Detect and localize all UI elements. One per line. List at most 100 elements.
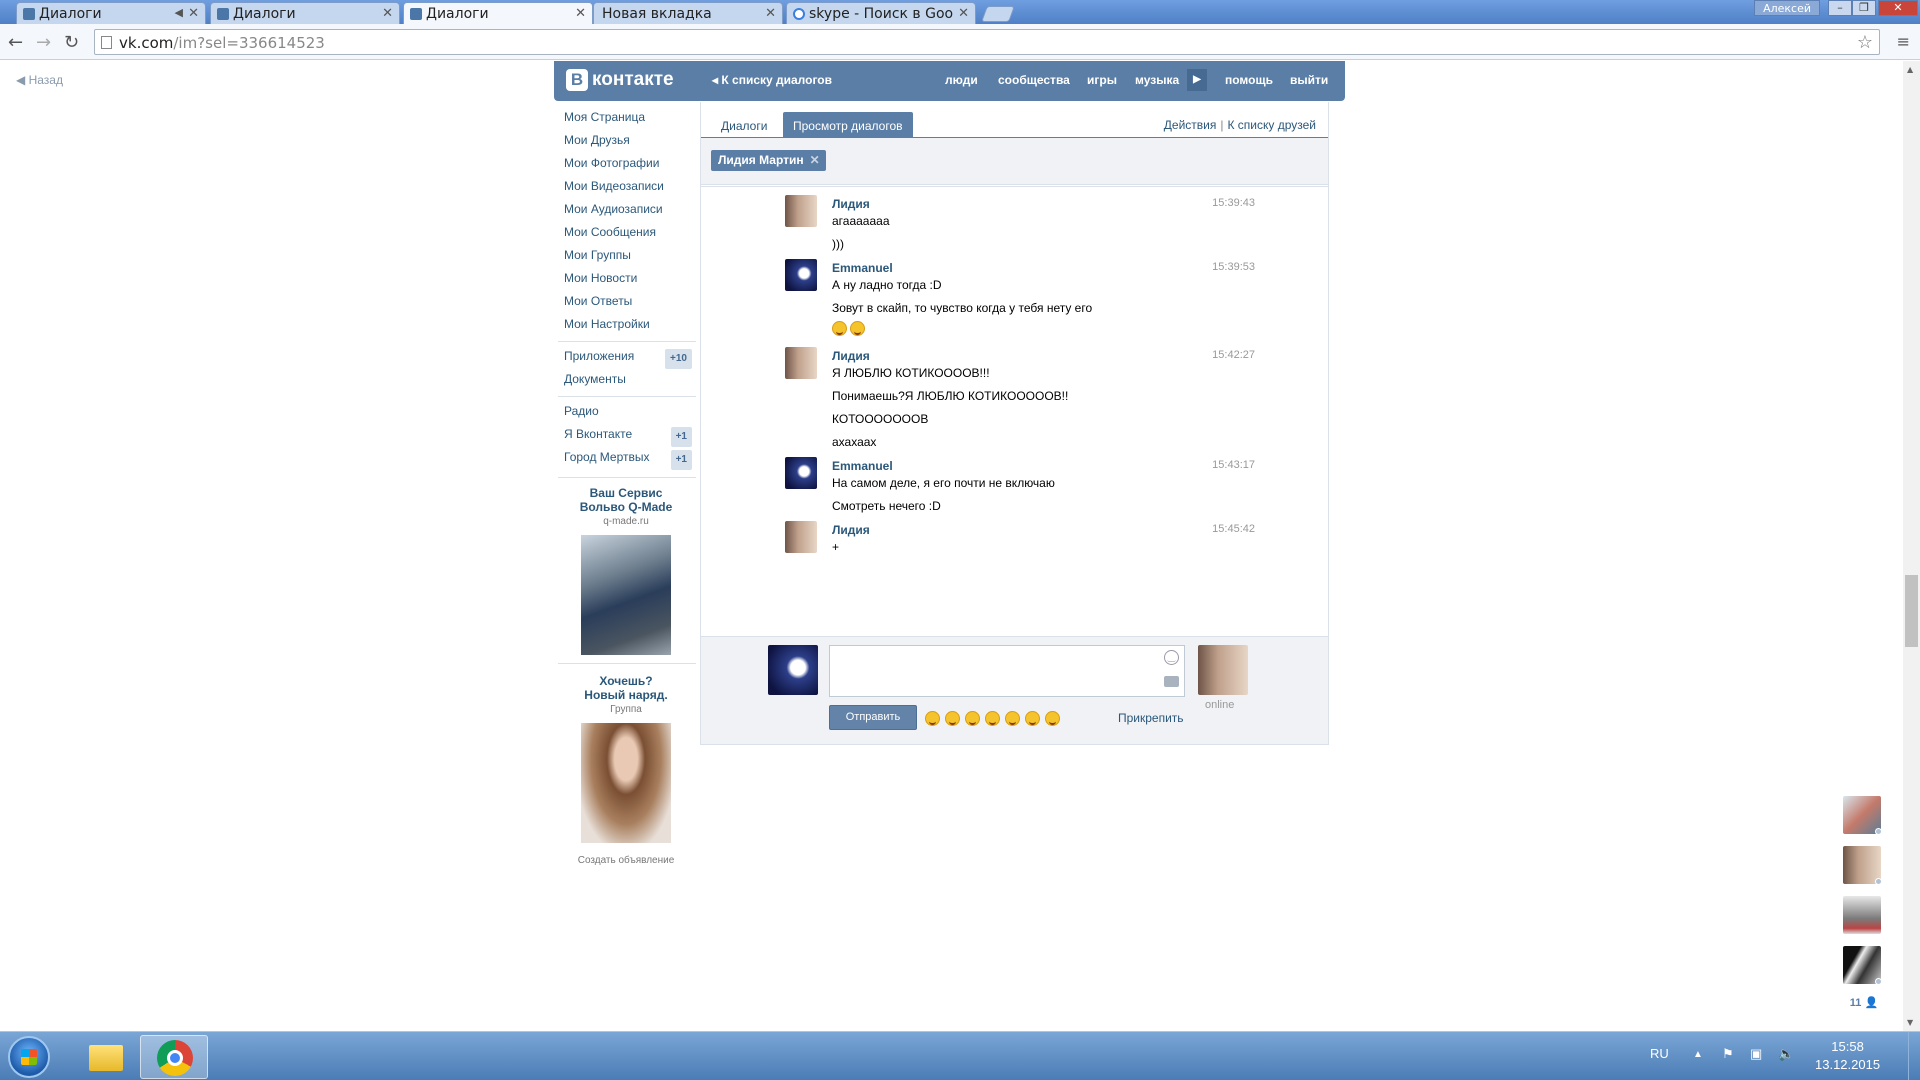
vk-logo[interactable]: В контакте <box>566 69 674 91</box>
browser-tab[interactable]: skype - Поиск в Goo ✕ <box>786 2 976 24</box>
nav-music[interactable]: музыка <box>1135 73 1179 87</box>
friend-avatar[interactable] <box>1843 796 1882 835</box>
recipient-chip[interactable]: Лидия Мартин ✕ <box>711 150 826 171</box>
new-tab-button[interactable] <box>981 6 1015 22</box>
nav-logout[interactable]: выйти <box>1290 73 1328 87</box>
send-button[interactable]: Отправить <box>829 705 917 730</box>
browser-tab[interactable]: Диалоги ✕ <box>210 2 400 24</box>
nav-communities[interactable]: сообщества <box>998 73 1070 87</box>
maximize-button[interactable]: ❐ <box>1852 0 1876 16</box>
sidebar-item-documents[interactable]: Документы <box>556 370 696 393</box>
sidebar-item-answers[interactable]: Мои Ответы <box>556 292 696 315</box>
nav-people[interactable]: люди <box>945 73 978 87</box>
language-indicator[interactable]: RU <box>1650 1046 1669 1061</box>
page-scrollbar[interactable]: ▲ ▼ <box>1903 61 1920 1031</box>
sidebar-item-videos[interactable]: Мои Видеозаписи <box>556 177 696 200</box>
close-tab-icon[interactable]: ✕ <box>382 6 393 21</box>
friend-avatar[interactable] <box>1843 896 1881 934</box>
close-tab-icon[interactable]: ✕ <box>958 6 969 21</box>
message-author[interactable]: Emmanuel <box>832 261 893 275</box>
wink-emoji-icon[interactable] <box>1045 711 1060 727</box>
heart-eyes-emoji-icon[interactable] <box>1025 711 1040 727</box>
close-tab-icon[interactable]: ✕ <box>765 6 776 21</box>
network-icon[interactable]: ▣ <box>1750 1046 1762 1062</box>
nav-games[interactable]: игры <box>1087 73 1117 87</box>
create-ad-link[interactable]: Создать объявление <box>556 855 696 866</box>
laughing-emoji-icon[interactable] <box>925 711 940 727</box>
back-link[interactable]: ◀ Назад <box>16 73 63 87</box>
friends-online-count[interactable]: 11 👤 <box>1843 996 1885 1009</box>
chrome-taskbar-button[interactable] <box>140 1035 208 1079</box>
close-window-button[interactable]: ✕ <box>1878 0 1918 16</box>
ad-image-mechanic[interactable] <box>581 535 671 655</box>
forward-arrow-icon[interactable]: → <box>36 32 51 53</box>
to-friends-link[interactable]: К списку друзей <box>1227 118 1316 132</box>
ad-image-girl[interactable] <box>581 723 671 843</box>
address-bar[interactable]: vk.com/im?sel=336614523 ☆ <box>94 29 1880 55</box>
sidebar-item-settings[interactable]: Мои Настройки <box>556 315 696 338</box>
mute-icon[interactable]: ◀ <box>175 6 183 19</box>
friend-avatar[interactable] <box>1843 846 1882 885</box>
browser-tab-active[interactable]: Диалоги ✕ <box>403 2 593 25</box>
ad-block[interactable]: Хочешь? Новый наряд. Группа <box>556 674 696 843</box>
start-button-icon[interactable] <box>8 1036 50 1078</box>
tray-expand-icon[interactable]: ▲ <box>1693 1049 1703 1060</box>
avatar[interactable] <box>785 347 817 379</box>
message-author[interactable]: Лидия <box>832 349 870 363</box>
close-tab-icon[interactable]: ✕ <box>575 6 586 21</box>
sidebar-item-vkontakte-app[interactable]: Я Вконтакте +1 <box>556 425 696 448</box>
taskbar-clock[interactable]: 15:58 13.12.2015 <box>1815 1038 1880 1074</box>
sidebar-item-audio[interactable]: Мои Аудиозаписи <box>556 200 696 223</box>
sidebar-item-dead-city-app[interactable]: Город Мертвых +1 <box>556 448 696 471</box>
message-author[interactable]: Лидия <box>832 523 870 537</box>
my-avatar[interactable] <box>768 645 818 695</box>
scroll-thumb[interactable] <box>1905 575 1918 647</box>
recipient-avatar[interactable] <box>1198 645 1248 695</box>
sidebar-item-my-page[interactable]: Моя Страница <box>556 108 696 131</box>
smile-icon[interactable]: ‿ <box>1164 650 1179 665</box>
explorer-taskbar-button[interactable] <box>70 1035 138 1079</box>
back-arrow-icon[interactable]: ← <box>8 32 23 53</box>
reload-icon[interactable]: ↻ <box>64 32 79 53</box>
actions-link[interactable]: Действия <box>1164 118 1217 132</box>
avatar[interactable] <box>785 457 817 489</box>
friend-avatar[interactable] <box>1843 946 1882 985</box>
menu-icon[interactable]: ≡ <box>1897 32 1910 51</box>
nav-help[interactable]: помощь <box>1225 73 1273 87</box>
sidebar-item-radio[interactable]: Радио <box>556 402 696 425</box>
sidebar-item-messages[interactable]: Мои Сообщения <box>556 223 696 246</box>
remove-recipient-icon[interactable]: ✕ <box>810 153 820 167</box>
play-icon[interactable]: ▶ <box>1187 69 1207 91</box>
ad-block[interactable]: Ваш Сервис Вольво Q-Made q-made.ru <box>556 486 696 655</box>
tab-view-dialogs[interactable]: Просмотр диалогов <box>783 112 913 138</box>
bookmark-star-icon[interactable]: ☆ <box>1857 32 1873 53</box>
sidebar-item-apps[interactable]: Приложения +10 <box>556 347 696 370</box>
minimize-button[interactable]: – <box>1828 0 1852 16</box>
unamused-emoji-icon[interactable] <box>965 711 980 727</box>
attach-link[interactable]: Прикрепить <box>1118 711 1184 725</box>
to-dialog-list-link[interactable]: ◂ К списку диалогов <box>712 73 832 87</box>
profile-badge[interactable]: Алексей <box>1754 0 1820 16</box>
message-author[interactable]: Лидия <box>832 197 870 211</box>
close-tab-icon[interactable]: ✕ <box>188 6 199 21</box>
action-center-icon[interactable]: ⚑ <box>1722 1046 1734 1062</box>
scroll-up-icon[interactable]: ▲ <box>1907 65 1913 74</box>
volume-icon[interactable]: 🔈 <box>1778 1046 1794 1062</box>
sad-emoji-icon[interactable] <box>1005 711 1020 727</box>
browser-tab[interactable]: Новая вкладка ✕ <box>593 2 783 24</box>
scroll-down-icon[interactable]: ▼ <box>1907 1018 1913 1027</box>
avatar[interactable] <box>785 259 817 291</box>
sidebar-item-photos[interactable]: Мои Фотографии <box>556 154 696 177</box>
avatar[interactable] <box>785 195 817 227</box>
camera-icon[interactable] <box>1164 676 1179 687</box>
sidebar-item-friends[interactable]: Мои Друзья <box>556 131 696 154</box>
smirk-emoji-icon[interactable] <box>945 711 960 727</box>
tab-dialogs[interactable]: Диалоги <box>711 112 777 138</box>
browser-tab[interactable]: Диалоги ◀ ✕ <box>16 2 206 24</box>
show-desktop-button[interactable] <box>1908 1032 1920 1080</box>
expressionless-emoji-icon[interactable] <box>985 711 1000 727</box>
sidebar-item-news[interactable]: Мои Новости <box>556 269 696 292</box>
avatar[interactable] <box>785 521 817 553</box>
sidebar-item-groups[interactable]: Мои Группы <box>556 246 696 269</box>
message-input[interactable]: ‿ <box>829 645 1185 697</box>
